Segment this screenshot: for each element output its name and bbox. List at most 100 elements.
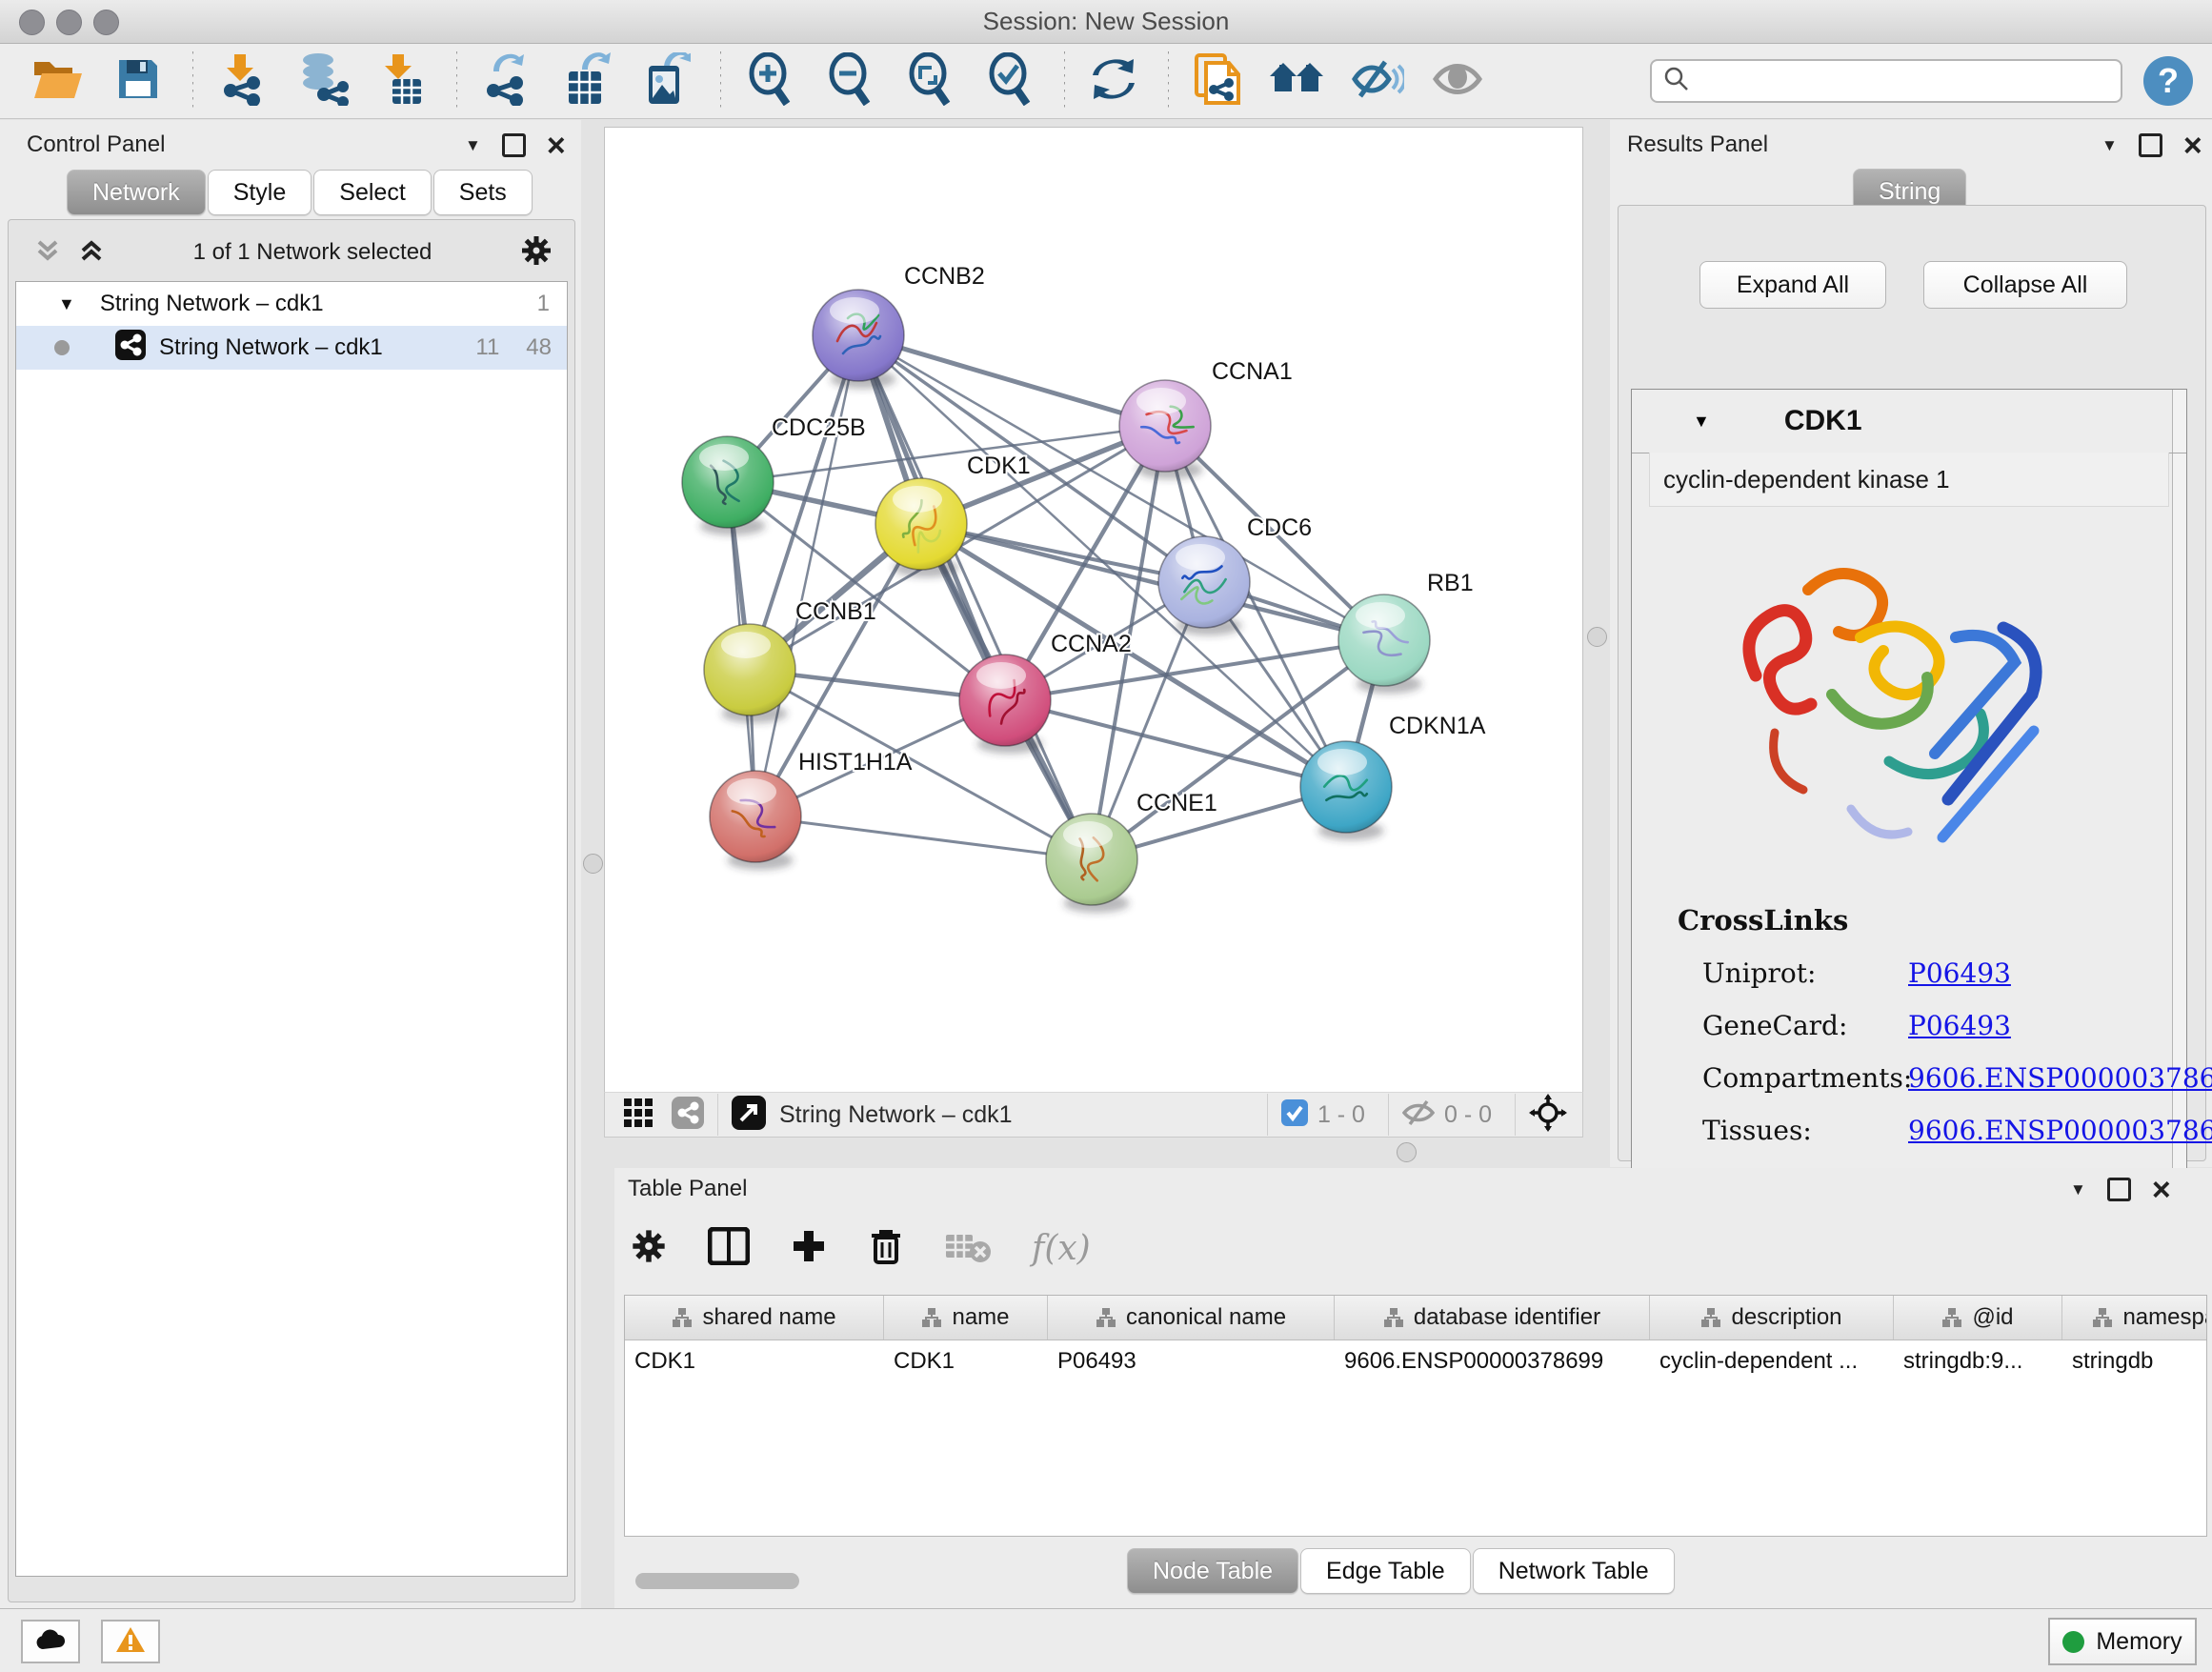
import-network-file-button[interactable] xyxy=(212,51,271,111)
show-columns-icon[interactable] xyxy=(708,1227,750,1270)
selected-count: 1 - 0 xyxy=(1317,1101,1365,1129)
selected-checkbox-icon[interactable] xyxy=(1281,1099,1308,1131)
network-edge[interactable] xyxy=(921,524,1384,640)
table-options-gear-icon[interactable] xyxy=(630,1227,668,1270)
column-header-database-identifier[interactable]: database identifier xyxy=(1335,1296,1650,1340)
tab-node-table[interactable]: Node Table xyxy=(1127,1548,1298,1594)
help-button[interactable]: ? xyxy=(2143,56,2193,106)
tab-edge-table[interactable]: Edge Table xyxy=(1300,1548,1471,1594)
network-edge[interactable] xyxy=(755,335,858,816)
export-image-button[interactable] xyxy=(636,51,695,111)
new-network-from-selection-button[interactable] xyxy=(1188,51,1247,111)
network-canvas[interactable]: CCNB2 CCNA1 CDC25B CDK1 CDC6 xyxy=(604,127,1583,1093)
network-row[interactable]: String Network – cdk1 11 48 xyxy=(16,326,567,370)
network-edge[interactable] xyxy=(858,335,1092,859)
network-node-HIST1H1A[interactable]: HIST1H1A xyxy=(710,749,913,870)
network-edge[interactable] xyxy=(858,335,1165,426)
network-node-CCNB2[interactable]: CCNB2 xyxy=(813,263,985,389)
right-splitter-handle[interactable] xyxy=(1587,627,1607,647)
apply-layout-button[interactable] xyxy=(1084,51,1143,111)
node-table[interactable]: shared name name canonical name database… xyxy=(624,1295,2207,1537)
export-network-button[interactable] xyxy=(476,51,535,111)
bottom-splitter-handle[interactable] xyxy=(1397,1142,1417,1162)
add-column-plus-icon[interactable] xyxy=(790,1227,828,1270)
network-node-CCNB1[interactable]: CCNB1 xyxy=(704,598,876,723)
birds-eye-view-icon[interactable] xyxy=(672,1097,704,1134)
zoom-out-button[interactable] xyxy=(820,51,879,111)
window-zoom-button[interactable] xyxy=(93,10,119,35)
warning-status-button[interactable] xyxy=(101,1620,160,1663)
tab-style[interactable]: Style xyxy=(208,170,312,215)
column-header-description[interactable]: description xyxy=(1650,1296,1894,1340)
network-collection-row[interactable]: ▼ String Network – cdk1 1 xyxy=(16,282,567,326)
panel-close-icon[interactable]: × xyxy=(547,136,566,155)
panel-close-icon[interactable]: × xyxy=(2183,136,2202,155)
column-type-icon xyxy=(1700,1307,1721,1328)
collection-expander-icon[interactable]: ▼ xyxy=(58,294,75,314)
crosslink-link[interactable]: 9606.ENSP00000378699 xyxy=(1908,1115,2212,1146)
search-box[interactable] xyxy=(1650,59,2122,103)
tab-sets[interactable]: Sets xyxy=(433,170,533,215)
memory-button[interactable]: Memory xyxy=(2048,1618,2197,1665)
window-close-button[interactable] xyxy=(19,10,45,35)
export-view-icon[interactable] xyxy=(732,1096,766,1135)
tab-network-table[interactable]: Network Table xyxy=(1473,1548,1675,1594)
collapse-all-button[interactable]: Collapse All xyxy=(1923,261,2127,309)
first-neighbors-button[interactable] xyxy=(1268,51,1327,111)
crosslink-link[interactable]: 9606.ENSP00000378699 xyxy=(1908,1062,2212,1094)
panel-menu-icon[interactable]: ▼ xyxy=(465,136,481,155)
tab-select[interactable]: Select xyxy=(313,170,431,215)
network-node-CDK1[interactable]: CDK1 xyxy=(875,453,1031,577)
zoom-selected-button[interactable] xyxy=(980,51,1039,111)
protein-expander-icon[interactable]: ▼ xyxy=(1693,412,1710,432)
panel-menu-icon[interactable]: ▼ xyxy=(2101,136,2118,155)
open-folder-icon xyxy=(30,56,86,107)
import-table-file-button[interactable] xyxy=(372,51,432,111)
panel-menu-icon[interactable]: ▼ xyxy=(2070,1180,2086,1199)
hidden-eye-slash-icon[interactable] xyxy=(1402,1099,1435,1131)
zoom-in-button[interactable] xyxy=(740,51,799,111)
open-session-button[interactable] xyxy=(29,51,88,111)
table-row[interactable]: CDK1CDK1P064939606.ENSP00000378699cyclin… xyxy=(625,1340,2206,1382)
column-header-label: database identifier xyxy=(1414,1304,1600,1331)
tab-network[interactable]: Network xyxy=(67,170,206,215)
panel-float-icon[interactable] xyxy=(2139,133,2162,157)
crosslinks-heading: CrossLinks xyxy=(1678,904,2212,937)
expand-all-button[interactable]: Expand All xyxy=(1699,261,1886,309)
column-header-shared-name[interactable]: shared name xyxy=(625,1296,884,1340)
network-node-CCNE1[interactable]: CCNE1 xyxy=(1046,790,1217,913)
network-graph[interactable]: CCNB2 CCNA1 CDC25B CDK1 CDC6 xyxy=(605,128,1582,1092)
delete-column-trash-icon[interactable] xyxy=(868,1226,904,1271)
save-session-button[interactable] xyxy=(109,51,168,111)
column-header-@id[interactable]: @id xyxy=(1894,1296,2062,1340)
crosslink-link[interactable]: P06493 xyxy=(1908,1010,2011,1041)
column-header-canonical-name[interactable]: canonical name xyxy=(1048,1296,1335,1340)
cloud-status-button[interactable] xyxy=(21,1620,80,1663)
search-input[interactable] xyxy=(1699,67,2109,95)
grid-view-icon[interactable] xyxy=(624,1098,653,1132)
column-header-name[interactable]: name xyxy=(884,1296,1048,1340)
export-table-button[interactable] xyxy=(556,51,615,111)
window-minimize-button[interactable] xyxy=(56,10,82,35)
network-node-RB1[interactable]: RB1 xyxy=(1338,570,1474,694)
network-options-gear-icon[interactable] xyxy=(519,233,553,272)
panel-close-icon[interactable]: × xyxy=(2152,1180,2171,1199)
show-all-button[interactable] xyxy=(1428,51,1487,111)
control-panel-window-icons: ▼ × xyxy=(465,133,566,157)
zoom-fit-button[interactable] xyxy=(900,51,959,111)
scrollbar-thumb[interactable] xyxy=(635,1573,799,1589)
expand-all-networks-icon[interactable] xyxy=(77,236,106,270)
network-node-CCNA1[interactable]: CCNA1 xyxy=(1119,358,1293,479)
panel-float-icon[interactable] xyxy=(502,133,526,157)
left-splitter-handle[interactable] xyxy=(583,854,603,874)
panel-float-icon[interactable] xyxy=(2107,1178,2131,1201)
collapse-all-networks-icon[interactable] xyxy=(33,236,62,270)
protein-card-header[interactable]: ▼ CDK1 xyxy=(1632,390,2186,453)
crosslink-link[interactable]: P06493 xyxy=(1908,957,2011,989)
hide-selection-button[interactable] xyxy=(1348,51,1407,111)
network-node-CDKN1A[interactable]: CDKN1A xyxy=(1300,713,1486,840)
column-header-namespace[interactable]: namespace xyxy=(2062,1296,2207,1340)
network-edge[interactable] xyxy=(755,816,1092,859)
import-network-database-button[interactable] xyxy=(292,51,352,111)
fit-content-crosshair-icon[interactable] xyxy=(1529,1094,1567,1137)
